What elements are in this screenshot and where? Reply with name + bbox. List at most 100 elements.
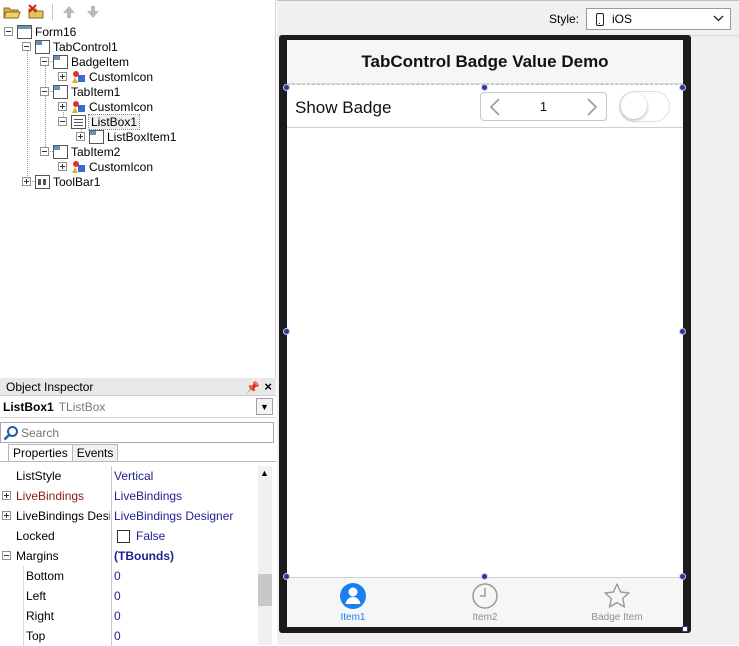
inspector-scrollbar[interactable]: ▲	[258, 466, 272, 645]
tree-node-tabcontrol1[interactable]: TabControl1	[22, 39, 118, 54]
property-value-locked[interactable]: False	[114, 529, 165, 543]
decrement-button[interactable]	[483, 95, 507, 119]
resize-handle[interactable]	[283, 84, 290, 91]
collapse-toggle[interactable]	[4, 27, 13, 36]
structure-tree: Form16 TabControl1 BadgeItem CustomIcon …	[0, 24, 276, 376]
resize-handle[interactable]	[481, 84, 488, 91]
collapse-toggle[interactable]	[22, 42, 31, 51]
chevron-down-icon[interactable]: ▼	[256, 398, 273, 415]
expand-toggle[interactable]	[58, 102, 67, 111]
add-component-button[interactable]	[2, 2, 22, 22]
expand-toggle[interactable]	[22, 177, 31, 186]
phone-icon	[596, 12, 604, 26]
property-row-bottom[interactable]: Bottom 0	[0, 566, 258, 586]
style-bar: Style: iOS	[277, 0, 739, 36]
delete-component-button[interactable]	[26, 2, 46, 22]
property-value[interactable]: Vertical	[114, 469, 153, 483]
resize-handle[interactable]	[679, 573, 686, 580]
tree-node-customicon[interactable]: CustomIcon	[58, 159, 153, 174]
chevron-down-icon[interactable]	[713, 13, 724, 27]
show-badge-switch[interactable]	[619, 91, 670, 122]
collapse-toggle[interactable]	[58, 117, 67, 126]
property-value[interactable]: 0	[114, 589, 121, 603]
property-value[interactable]: LiveBindings Designer	[114, 509, 233, 523]
scrollbar-thumb[interactable]	[258, 574, 272, 606]
tab-item1[interactable]: Item1	[287, 582, 419, 626]
increment-button[interactable]	[580, 95, 604, 119]
expand-toggle[interactable]	[58, 162, 67, 171]
tab-item2[interactable]: Item2	[419, 582, 551, 626]
property-value[interactable]: 0	[114, 569, 121, 583]
resize-handle[interactable]	[679, 328, 686, 335]
form-resize-handle[interactable]	[682, 626, 688, 632]
collapse-toggle[interactable]	[40, 87, 49, 96]
tree-node-customicon[interactable]: CustomIcon	[58, 99, 153, 114]
tree-node-badgeitem[interactable]: BadgeItem	[40, 54, 129, 69]
locked-checkbox[interactable]	[117, 529, 130, 543]
resize-handle[interactable]	[283, 328, 290, 335]
property-row-top[interactable]: Top 0	[0, 626, 258, 646]
collapse-toggle[interactable]	[40, 147, 49, 156]
tab-events[interactable]: Events	[71, 444, 119, 461]
tree-node-tabitem1[interactable]: TabItem1	[40, 84, 120, 99]
tab-badge-item[interactable]: Badge Item	[551, 582, 683, 626]
property-value[interactable]: LiveBindings	[114, 489, 182, 503]
toolbar-separator	[52, 4, 53, 20]
tree-node-toolbar1[interactable]: ToolBar1	[22, 174, 100, 189]
tabitem-icon	[53, 84, 68, 99]
tree-node-listboxitem1[interactable]: ListBoxItem1	[76, 129, 176, 144]
tree-node-label: CustomIcon	[89, 99, 154, 114]
shapes-icon	[71, 70, 86, 84]
expand-toggle[interactable]	[58, 72, 67, 81]
resize-handle[interactable]	[283, 573, 290, 580]
search-input[interactable]	[19, 424, 259, 441]
style-select[interactable]: iOS	[586, 8, 731, 30]
property-row-livebindings[interactable]: LiveBindings LiveBindings	[0, 486, 258, 506]
collapse-toggle[interactable]	[2, 551, 11, 560]
tree-node-tabitem2[interactable]: TabItem2	[40, 144, 120, 159]
style-label: Style:	[549, 12, 580, 26]
form-canvas[interactable]: TabControl Badge Value Demo Show Badge 1	[283, 40, 686, 627]
property-row-right[interactable]: Right 0	[0, 606, 258, 626]
property-value[interactable]: 0	[114, 629, 121, 643]
star-icon	[604, 583, 630, 608]
move-up-button[interactable]	[59, 2, 79, 22]
arrow-down-icon	[87, 6, 99, 18]
expand-toggle[interactable]	[76, 132, 85, 141]
expand-toggle[interactable]	[2, 491, 11, 500]
collapse-toggle[interactable]	[40, 57, 49, 66]
tree-node-label: ToolBar1	[53, 174, 101, 189]
resize-handle[interactable]	[679, 84, 686, 91]
property-value[interactable]: 0	[114, 609, 121, 623]
property-row-margins[interactable]: Margins (TBounds)	[0, 546, 258, 566]
resize-handle[interactable]	[481, 573, 488, 580]
badge-value-stepper[interactable]: 1	[480, 92, 607, 121]
move-down-button[interactable]	[83, 2, 103, 22]
tree-node-form16[interactable]: Form16	[4, 24, 76, 39]
pin-icon[interactable]: 📌	[246, 381, 260, 394]
chevron-up-icon[interactable]: ▲	[260, 468, 269, 478]
open-folder-icon	[3, 7, 21, 19]
tab-properties[interactable]: Properties	[8, 444, 73, 461]
object-selector[interactable]: ListBox1 TListBox ▼	[0, 396, 276, 418]
tree-node-listbox1[interactable]: ListBox1	[58, 113, 141, 130]
chevron-left-icon	[489, 98, 500, 116]
property-grid: ListStyle Vertical LiveBindings LiveBind…	[0, 466, 258, 646]
close-icon[interactable]: ×	[264, 379, 272, 394]
property-value[interactable]: (TBounds)	[114, 549, 174, 563]
column-divider	[111, 466, 112, 486]
property-row-liststyle[interactable]: ListStyle Vertical	[0, 466, 258, 486]
property-row-left[interactable]: Left 0	[0, 586, 258, 606]
tabcontrol-icon	[35, 39, 50, 54]
toolbar1[interactable]: TabControl Badge Value Demo	[287, 40, 683, 84]
tabitem-icon	[53, 144, 68, 159]
property-search[interactable]	[0, 422, 274, 443]
column-divider	[111, 546, 112, 566]
expand-toggle[interactable]	[2, 511, 11, 520]
listboxitem-icon	[89, 129, 104, 144]
tree-node-customicon[interactable]: CustomIcon	[58, 69, 153, 84]
property-name: Locked	[16, 529, 55, 543]
tree-node-label: TabControl1	[53, 39, 118, 54]
property-row-locked[interactable]: Locked False	[0, 526, 258, 546]
property-row-livebindings-designer[interactable]: LiveBindings Designer LiveBindings Desig…	[0, 506, 258, 526]
